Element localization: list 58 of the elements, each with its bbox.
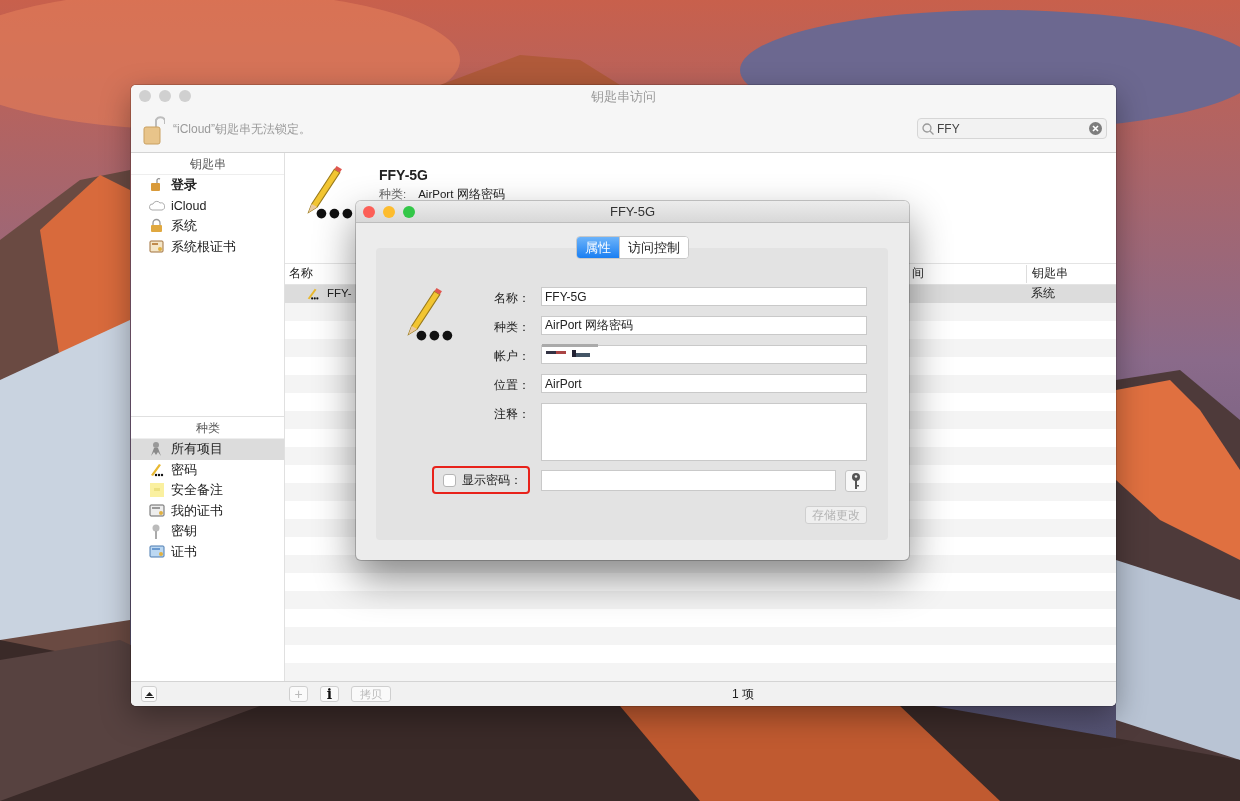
key-icon bbox=[851, 473, 862, 489]
sidebar-item[interactable]: 证书 bbox=[131, 541, 284, 563]
input-field[interactable] bbox=[541, 345, 867, 364]
certificate-icon bbox=[149, 503, 165, 520]
clear-icon[interactable] bbox=[1089, 122, 1102, 135]
pencil-icon bbox=[149, 461, 165, 478]
field-label: 名称： bbox=[494, 290, 530, 307]
table-cell-text: FFY- bbox=[327, 286, 352, 302]
column-header[interactable]: 间 bbox=[912, 265, 1026, 283]
field-value: AirPort 网络密码 bbox=[418, 187, 505, 202]
zoom-button[interactable] bbox=[403, 206, 415, 218]
sidebar-toggle-button[interactable] bbox=[141, 686, 157, 702]
sidebar-item[interactable]: 密钥 bbox=[131, 521, 284, 542]
field-label: 位置： bbox=[494, 377, 530, 394]
sidebar-item[interactable]: 安全备注 bbox=[131, 480, 284, 501]
close-button[interactable] bbox=[363, 206, 375, 218]
padlock-icon bbox=[149, 218, 165, 235]
input-field[interactable]: AirPort 网络密码 bbox=[541, 316, 867, 335]
sidebar-item[interactable]: 密码 bbox=[131, 459, 284, 481]
item-count: 1 项 bbox=[732, 686, 754, 703]
checkbox-label: 显示密码： bbox=[462, 472, 522, 489]
sidebar-item[interactable]: iCloud bbox=[131, 195, 284, 217]
sidebar-item[interactable]: 系统 bbox=[131, 216, 284, 237]
window-title: FFY-5G bbox=[610, 202, 655, 221]
status-message: “iCloud”钥匙串无法锁定。 bbox=[173, 120, 312, 138]
info-button[interactable]: i bbox=[320, 686, 339, 702]
minimize-button[interactable] bbox=[159, 90, 171, 102]
close-button[interactable] bbox=[139, 90, 151, 102]
triangle-icon bbox=[144, 690, 154, 698]
field-label: 帐户： bbox=[494, 348, 530, 365]
sidebar-item[interactable]: 登录 bbox=[131, 175, 284, 196]
sidebar-item[interactable]: 系统根证书 bbox=[131, 236, 284, 258]
notes-field[interactable] bbox=[541, 403, 867, 461]
field-label: 种类： bbox=[494, 319, 530, 336]
input-field[interactable]: FFY-5G bbox=[541, 287, 867, 306]
search-icon bbox=[922, 122, 934, 135]
column-header[interactable]: 钥匙串 bbox=[1026, 265, 1068, 283]
section-header: 钥匙串 bbox=[189, 155, 226, 173]
zoom-button[interactable] bbox=[179, 90, 191, 102]
section-header: 种类 bbox=[195, 419, 220, 437]
field-label: 注释： bbox=[494, 406, 530, 423]
checkbox[interactable] bbox=[443, 473, 456, 487]
password-field[interactable] bbox=[541, 470, 837, 491]
tab[interactable]: 访问控制 bbox=[619, 237, 688, 258]
pencil-icon bbox=[305, 287, 321, 301]
certificate-icon bbox=[149, 544, 165, 561]
note-icon bbox=[149, 482, 165, 499]
input-field[interactable]: AirPort bbox=[541, 374, 867, 393]
window-title: 钥匙串访问 bbox=[591, 88, 656, 107]
sidebar-item[interactable]: 所有项目 bbox=[131, 439, 284, 460]
field-label: 种类: bbox=[379, 187, 407, 202]
table-cell-text: 系统 bbox=[1030, 286, 1055, 302]
item-title: FFY-5G bbox=[379, 166, 429, 185]
search-field[interactable]: FFY bbox=[917, 118, 1107, 139]
key-button[interactable] bbox=[845, 470, 867, 492]
certificate-icon bbox=[149, 239, 165, 256]
minimize-button[interactable] bbox=[383, 206, 395, 218]
sidebar-item[interactable]: 我的证书 bbox=[131, 500, 284, 522]
